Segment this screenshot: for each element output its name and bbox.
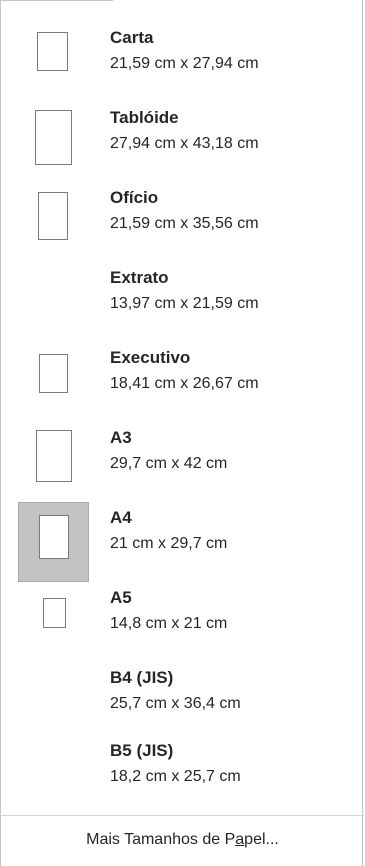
paper-size-dimensions: 25,7 cm x 36,4 cm	[110, 695, 241, 712]
paper-thumbnail	[18, 502, 89, 582]
paper-size-dimensions: 21,59 cm x 27,94 cm	[110, 55, 259, 72]
paper-thumbnail	[18, 182, 89, 262]
paper-size-name: B4 (JIS)	[110, 668, 174, 687]
paper-size-dimensions: 21 cm x 29,7 cm	[110, 535, 228, 552]
paper-size-dimensions: 14,8 cm x 21 cm	[110, 615, 228, 632]
paper-size-dimensions: 29,7 cm x 42 cm	[110, 455, 228, 472]
paper-size-dimensions: 27,94 cm x 43,18 cm	[110, 135, 259, 152]
paper-size-item-extrato[interactable]: Extrato 13,97 cm x 21,59 cm	[18, 262, 362, 342]
page-outline-icon	[39, 354, 68, 393]
paper-thumbnail	[18, 422, 89, 502]
paper-size-item-b4-jis[interactable]: B4 (JIS) 25,7 cm x 36,4 cm	[18, 662, 362, 742]
more-paper-sizes-button[interactable]: Mais Tamanhos de Papel...	[1, 816, 364, 866]
paper-thumbnail	[18, 342, 89, 422]
paper-size-name: Carta	[110, 28, 154, 47]
paper-thumbnail	[18, 662, 89, 742]
page-outline-icon	[36, 430, 72, 482]
paper-thumbnail	[18, 735, 89, 815]
paper-size-dimensions: 18,2 cm x 25,7 cm	[110, 768, 241, 785]
paper-size-name: A3	[110, 428, 132, 447]
paper-size-name: Executivo	[110, 348, 191, 367]
paper-size-item-executivo[interactable]: Executivo 18,41 cm x 26,67 cm	[18, 342, 362, 422]
paper-size-item-tabloide[interactable]: Tablóide 27,94 cm x 43,18 cm	[18, 102, 362, 182]
paper-size-item-carta[interactable]: Carta 21,59 cm x 27,94 cm	[18, 22, 362, 102]
paper-size-name: A4	[110, 508, 132, 527]
paper-size-item-a3[interactable]: A3 29,7 cm x 42 cm	[18, 422, 362, 502]
page-outline-icon	[38, 192, 68, 240]
paper-thumbnail	[18, 102, 89, 182]
page-outline-icon	[43, 598, 66, 628]
paper-thumbnail	[18, 262, 89, 342]
paper-thumbnail	[18, 22, 89, 102]
paper-size-name: Extrato	[110, 268, 169, 287]
menu-top-edge	[1, 0, 113, 1]
page-outline-icon	[37, 32, 68, 71]
paper-thumbnail	[18, 582, 89, 662]
paper-size-menu: Carta 21,59 cm x 27,94 cm Tablóide 27,94…	[0, 0, 364, 866]
page-outline-icon	[35, 110, 72, 165]
paper-size-dimensions: 13,97 cm x 21,59 cm	[110, 295, 259, 312]
more-label-post: pel...	[244, 831, 279, 848]
paper-size-name: A5	[110, 588, 132, 607]
more-label-accelerator: a	[235, 831, 245, 848]
paper-size-name: B5 (JIS)	[110, 741, 174, 760]
paper-size-item-a5[interactable]: A5 14,8 cm x 21 cm	[18, 582, 362, 662]
page-outline-icon	[39, 515, 69, 559]
paper-size-item-b5-jis[interactable]: B5 (JIS) 18,2 cm x 25,7 cm	[18, 735, 362, 815]
paper-size-item-oficio[interactable]: Ofício 21,59 cm x 35,56 cm	[18, 182, 362, 262]
paper-size-dimensions: 21,59 cm x 35,56 cm	[110, 215, 259, 232]
paper-size-item-a4[interactable]: A4 21 cm x 29,7 cm	[18, 502, 362, 582]
paper-size-dimensions: 18,41 cm x 26,67 cm	[110, 375, 259, 392]
paper-size-name: Tablóide	[110, 108, 179, 127]
paper-size-name: Ofício	[110, 188, 159, 207]
more-label-pre: Mais Tamanhos de P	[86, 831, 236, 848]
